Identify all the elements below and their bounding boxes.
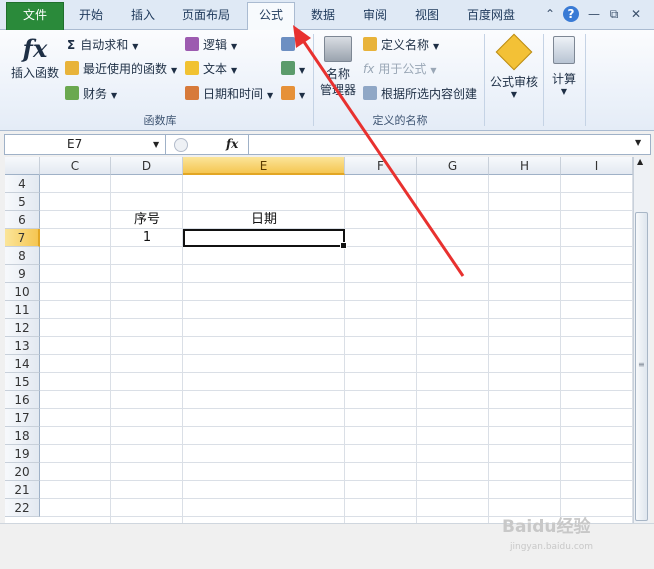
arrow-shaft [298, 35, 465, 277]
red-arrow-annotation [293, 25, 465, 277]
arrow-head [293, 25, 311, 48]
